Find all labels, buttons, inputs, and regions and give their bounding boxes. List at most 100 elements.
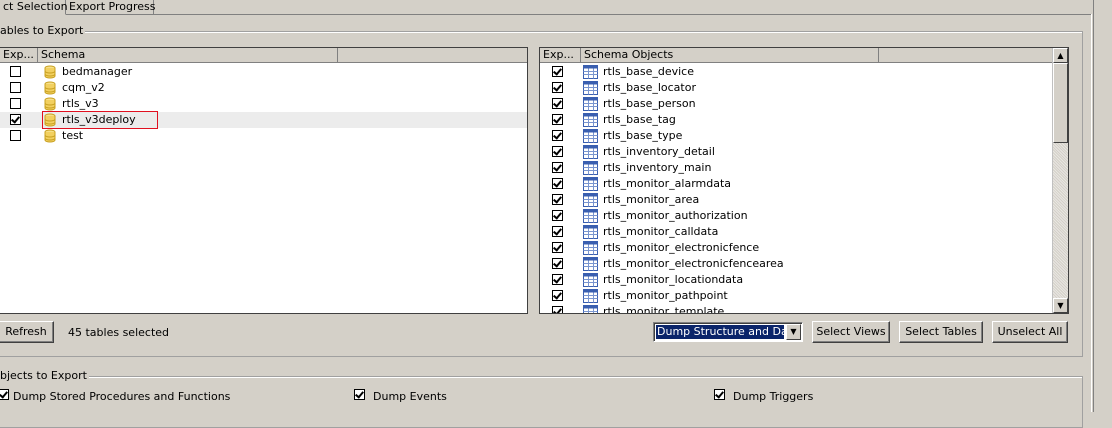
export-column-header[interactable]: Exp... <box>0 48 38 62</box>
schema-object-row[interactable]: rtls_base_locator <box>540 80 1052 96</box>
dump-triggers-checkbox[interactable] <box>714 389 725 400</box>
export-checkbox[interactable] <box>552 130 563 141</box>
schema-name: test <box>62 129 84 142</box>
schema-object-row[interactable]: rtls_monitor_pathpoint <box>540 288 1052 304</box>
export-checkbox[interactable] <box>10 82 21 93</box>
schema-object-row[interactable]: rtls_monitor_electronicfence <box>540 240 1052 256</box>
schema-object-name: rtls_monitor_calldata <box>603 225 719 238</box>
schema-object-row[interactable]: rtls_monitor_calldata <box>540 224 1052 240</box>
unselect-all-button[interactable]: Unselect All <box>992 321 1068 343</box>
schema-object-name: rtls_base_device <box>603 65 694 78</box>
schema-row[interactable]: rtls_v3 <box>0 96 527 112</box>
schema-object-row[interactable]: rtls_monitor_locationdata <box>540 272 1052 288</box>
export-checkbox[interactable] <box>552 210 563 221</box>
dump-events-checkbox[interactable] <box>354 389 365 400</box>
table-icon <box>583 65 598 79</box>
export-checkbox[interactable] <box>552 146 563 157</box>
schema-name: bedmanager <box>62 65 133 78</box>
export-checkbox[interactable] <box>552 226 563 237</box>
export-checkbox[interactable] <box>552 194 563 205</box>
schema-object-row[interactable]: rtls_monitor_electronicfencearea <box>540 256 1052 272</box>
schema-table-header: Exp... Schema <box>0 48 527 63</box>
export-column-header[interactable]: Exp... <box>540 48 581 62</box>
refresh-button[interactable]: Refresh <box>0 321 54 343</box>
export-checkbox[interactable] <box>552 290 563 301</box>
table-icon <box>583 305 598 313</box>
export-checkbox[interactable] <box>10 66 21 77</box>
schema-object-row[interactable]: rtls_monitor_template <box>540 304 1052 314</box>
schema-object-name: rtls_monitor_template <box>603 305 725 314</box>
schema-object-row[interactable]: rtls_monitor_area <box>540 192 1052 208</box>
dump-mode-value: Dump Structure and Dat <box>656 325 784 339</box>
scroll-thumb[interactable] <box>1053 63 1068 143</box>
table-icon <box>583 273 598 287</box>
tab-export-progress[interactable]: Export Progress <box>64 0 155 15</box>
schema-object-row[interactable]: rtls_base_tag <box>540 112 1052 128</box>
schema-object-name: rtls_monitor_electronicfence <box>603 241 760 254</box>
table-icon <box>583 129 598 143</box>
table-icon <box>583 97 598 111</box>
select-tables-button[interactable]: Select Tables <box>899 321 983 343</box>
export-checkbox[interactable] <box>552 242 563 253</box>
export-checkbox[interactable] <box>552 178 563 189</box>
export-checkbox[interactable] <box>10 130 21 141</box>
export-checkbox[interactable] <box>552 274 563 285</box>
select-views-button[interactable]: Select Views <box>812 321 890 343</box>
export-checkbox[interactable] <box>552 258 563 269</box>
table-icon <box>583 177 598 191</box>
tab-strip-divider <box>0 14 1092 15</box>
schema-object-row[interactable]: rtls_base_type <box>540 128 1052 144</box>
schema-row[interactable]: test <box>0 128 527 144</box>
schema-object-row[interactable]: rtls_monitor_alarmdata <box>540 176 1052 192</box>
table-icon <box>583 257 598 271</box>
schema-column-header[interactable]: Schema <box>38 48 338 62</box>
schema-object-name: rtls_base_tag <box>603 113 676 126</box>
schema-object-name: rtls_base_person <box>603 97 696 110</box>
export-checkbox[interactable] <box>552 162 563 173</box>
schema-objects-column-header[interactable]: Schema Objects <box>581 48 879 62</box>
schema-object-name: rtls_monitor_alarmdata <box>603 177 732 190</box>
panel-right-highlight <box>1091 14 1092 412</box>
objects-vertical-scrollbar[interactable]: ▲ ▼ <box>1052 48 1068 313</box>
dump-events-label: Dump Events <box>373 390 447 403</box>
schema-object-name: rtls_monitor_pathpoint <box>603 289 728 302</box>
schema-object-name: rtls_inventory_main <box>603 161 712 174</box>
schema-object-row[interactable]: rtls_base_person <box>540 96 1052 112</box>
export-checkbox[interactable] <box>552 306 563 313</box>
dump-mode-select[interactable]: Dump Structure and Dat ▼ <box>653 322 803 342</box>
schema-object-row[interactable]: rtls_inventory_main <box>540 160 1052 176</box>
chevron-down-icon[interactable]: ▼ <box>786 324 801 340</box>
scroll-up-button[interactable]: ▲ <box>1053 48 1068 63</box>
dump-routines-checkbox[interactable] <box>0 389 9 400</box>
schema-row[interactable]: rtls_v3deploy <box>0 111 527 129</box>
database-icon <box>43 81 57 95</box>
schema-name: cqm_v2 <box>62 81 105 94</box>
schema-row[interactable]: cqm_v2 <box>0 80 527 96</box>
selection-status: 45 tables selected <box>68 326 170 339</box>
schema-objects-header: Exp... Schema Objects <box>540 48 1052 63</box>
scroll-down-button[interactable]: ▼ <box>1053 298 1068 313</box>
schema-objects-table[interactable]: Exp... Schema Objects rtls_base_devicert… <box>539 47 1069 314</box>
table-icon <box>583 145 598 159</box>
schema-name: rtls_v3 <box>62 97 99 110</box>
schema-object-row[interactable]: rtls_base_device <box>540 64 1052 80</box>
export-checkbox[interactable] <box>10 98 21 109</box>
schema-object-name: rtls_inventory_detail <box>603 145 715 158</box>
schema-table[interactable]: Exp... Schema bedmanager cqm_v2 rtls_v3 rtl… <box>0 47 528 314</box>
highlight-annotation-box <box>42 111 158 129</box>
tables-to-export-title: ables to Export <box>0 24 86 37</box>
database-icon <box>43 97 57 111</box>
schema-object-name: rtls_monitor_authorization <box>603 209 748 222</box>
schema-row[interactable]: bedmanager <box>0 64 527 80</box>
table-icon <box>583 161 598 175</box>
tab-object-selection[interactable]: ct Selection <box>0 0 68 15</box>
export-checkbox[interactable] <box>552 66 563 77</box>
schema-object-row[interactable]: rtls_inventory_detail <box>540 144 1052 160</box>
export-checkbox[interactable] <box>552 98 563 109</box>
export-checkbox[interactable] <box>552 82 563 93</box>
schema-object-name: rtls_base_type <box>603 129 683 142</box>
export-checkbox[interactable] <box>552 114 563 125</box>
export-checkbox[interactable] <box>10 114 21 125</box>
database-icon <box>43 129 57 143</box>
schema-object-row[interactable]: rtls_monitor_authorization <box>540 208 1052 224</box>
